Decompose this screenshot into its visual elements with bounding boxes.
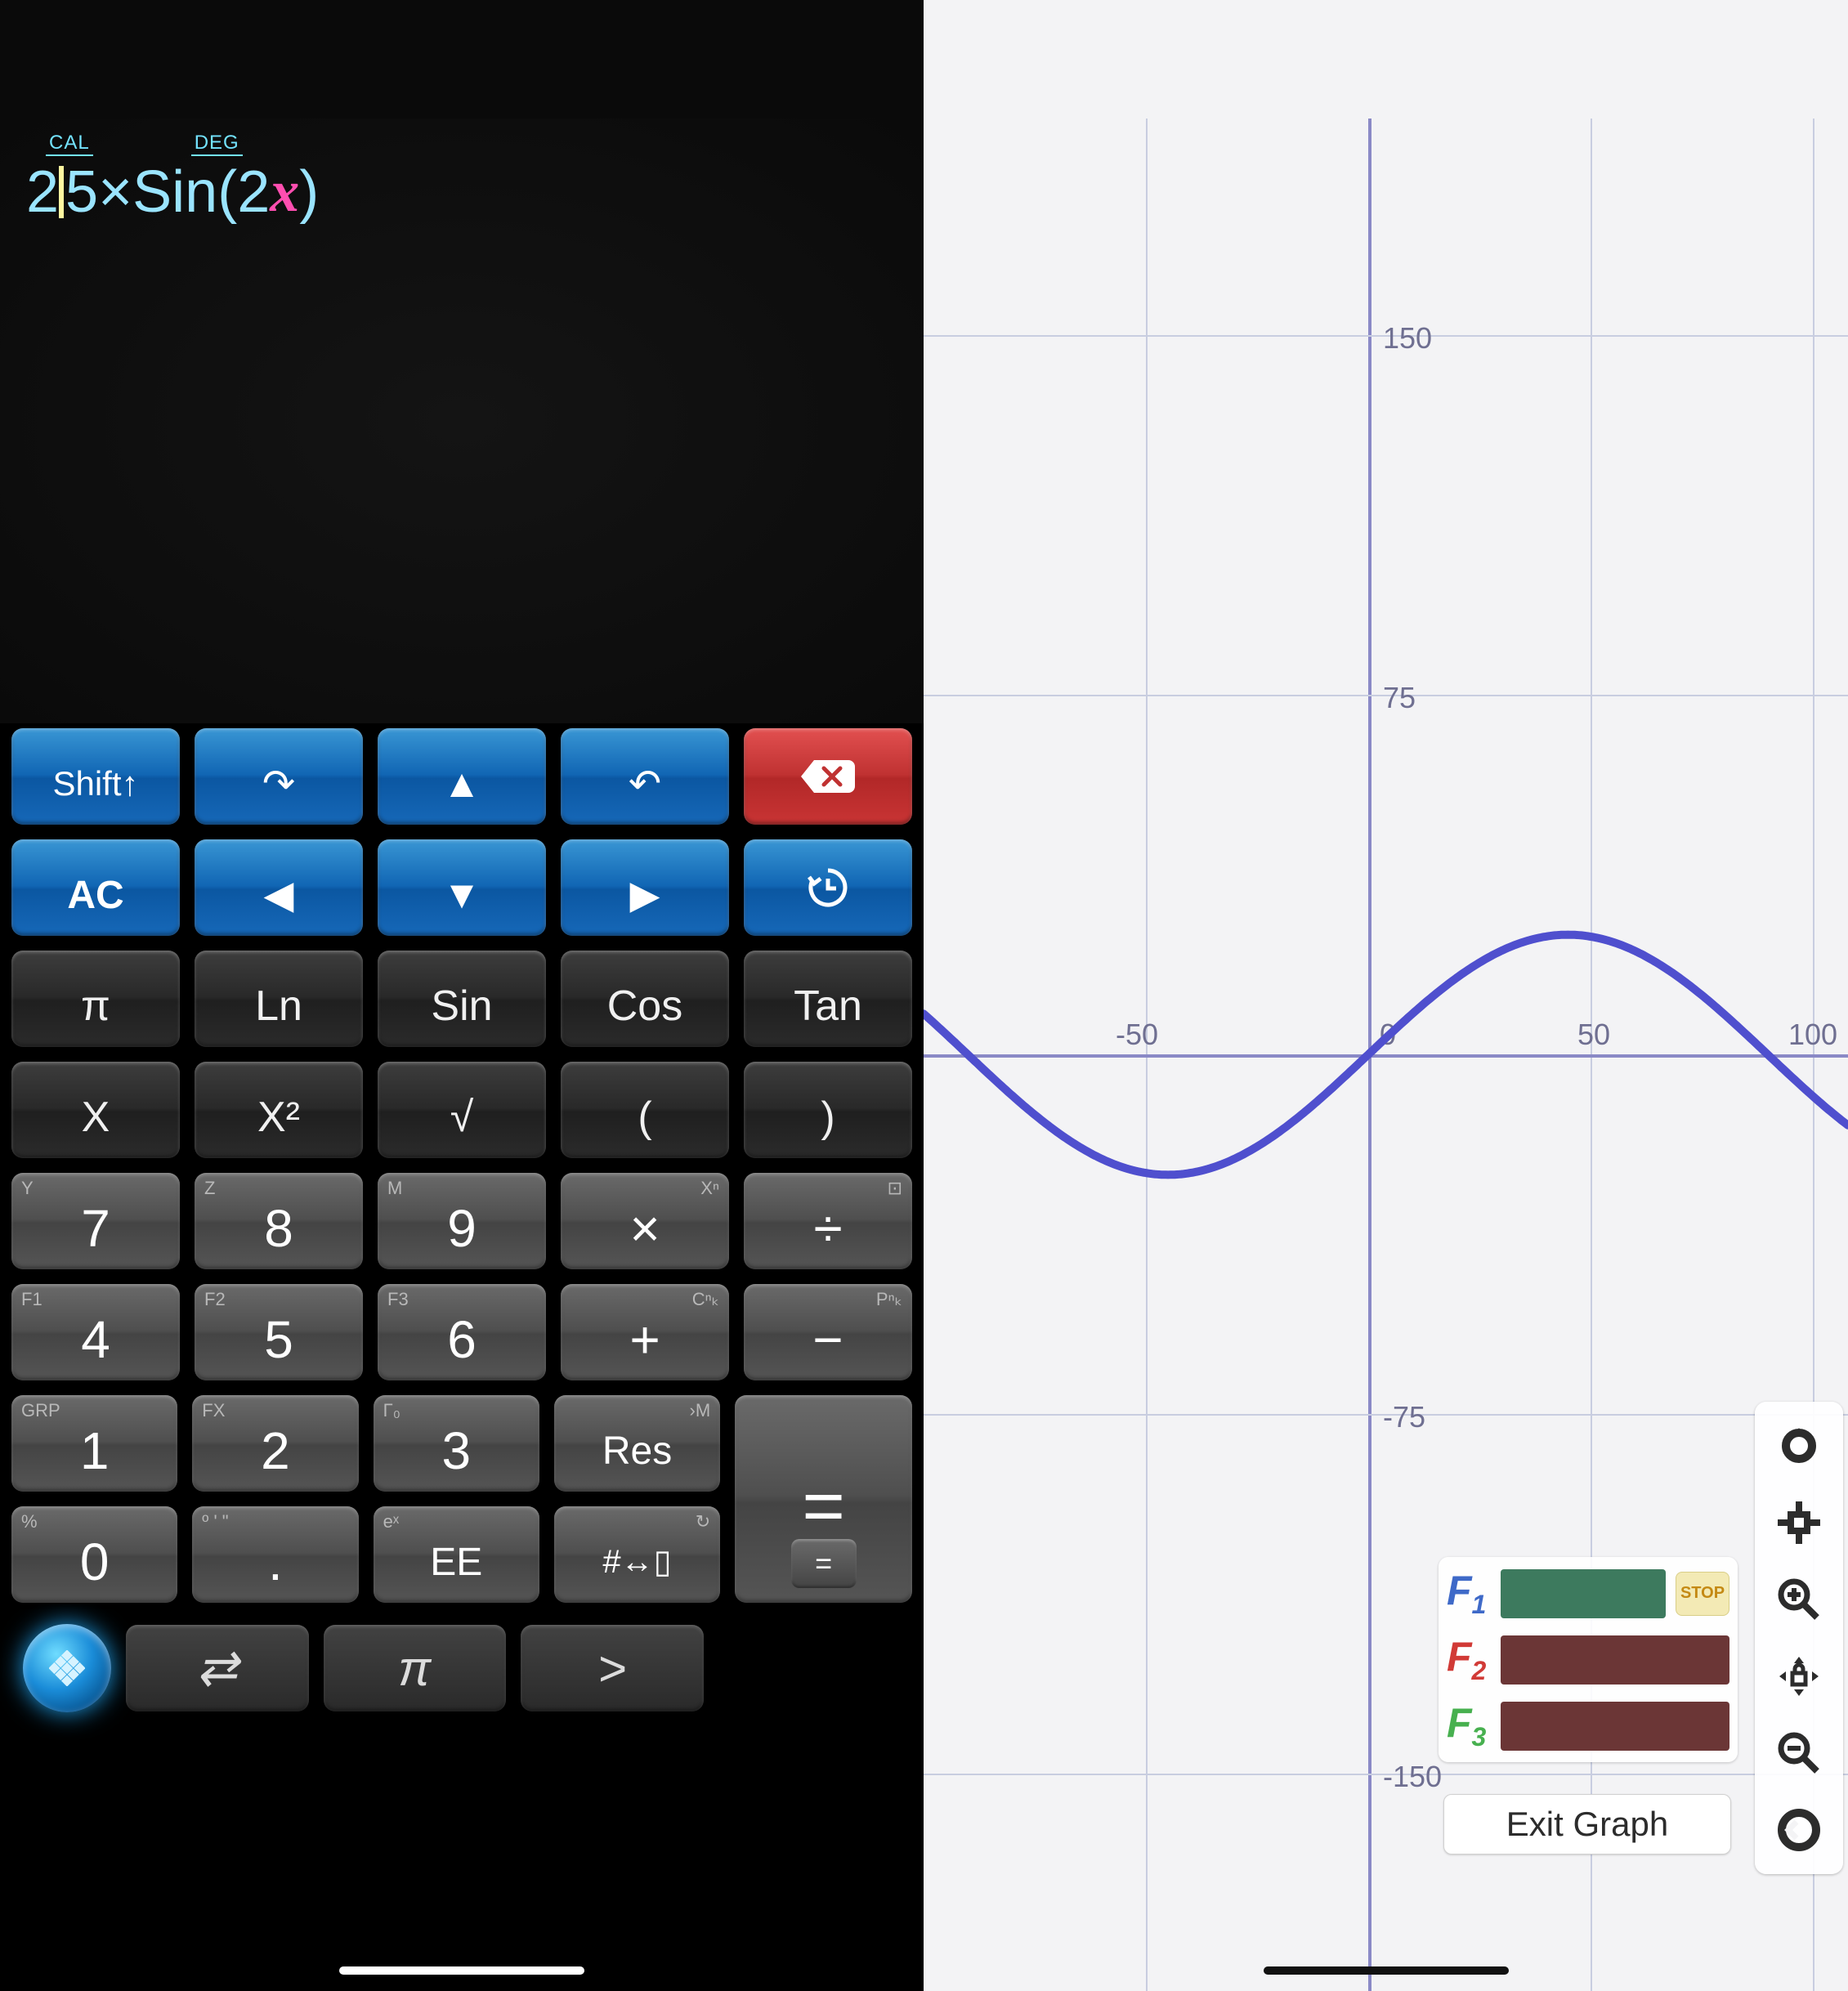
backspace-icon: [799, 758, 857, 794]
undo-button[interactable]: ↶: [561, 728, 729, 825]
zoom-out-button[interactable]: [1770, 1724, 1828, 1783]
cursor-up-button[interactable]: ▲: [378, 728, 546, 825]
exit-graph-button[interactable]: Exit Graph: [1443, 1794, 1731, 1855]
tool-rail: [1755, 1402, 1843, 1874]
five-button[interactable]: F25: [195, 1284, 363, 1380]
mode-deg: DEG: [191, 132, 243, 156]
menu-orb-button[interactable]: [23, 1624, 111, 1712]
mode-cal: CAL: [46, 132, 93, 156]
multiply-button[interactable]: Xⁿ×: [561, 1173, 729, 1269]
decimal-button[interactable]: º ' ".: [192, 1506, 358, 1603]
expr-digit: 5: [65, 159, 98, 226]
expr-digit: 2: [237, 159, 270, 226]
format-button[interactable]: ↻#↔▯: [554, 1506, 720, 1603]
trace-button[interactable]: [1770, 1416, 1828, 1475]
three-button[interactable]: Γ₀3: [374, 1395, 539, 1492]
divide-button[interactable]: ⊡÷: [744, 1173, 912, 1269]
expr-digit: 2: [26, 159, 59, 226]
function-row-f2[interactable]: F2: [1447, 1633, 1729, 1686]
expr-func-sin: Sin: [132, 159, 217, 226]
x-squared-button[interactable]: X²: [195, 1062, 363, 1158]
stop-badge[interactable]: STOP: [1676, 1572, 1729, 1616]
pi-button[interactable]: π: [11, 951, 180, 1047]
function-label-f1: F1: [1447, 1567, 1491, 1620]
ln-button[interactable]: Ln: [195, 951, 363, 1047]
text-cursor: [59, 166, 64, 218]
zoom-in-icon: [1776, 1577, 1822, 1622]
function-label-f2: F2: [1447, 1633, 1491, 1686]
crosshair-icon: [1775, 1499, 1823, 1546]
recenter-button[interactable]: [1770, 1493, 1828, 1552]
lparen-button[interactable]: (: [561, 1062, 729, 1158]
two-button[interactable]: FX2: [192, 1395, 358, 1492]
graph-canvas[interactable]: 150 75 -75 -150 -50 0 50 100: [924, 119, 1848, 1991]
all-clear-button[interactable]: AC: [11, 839, 180, 936]
seven-button[interactable]: Y7: [11, 1173, 180, 1269]
function-row-f1[interactable]: F1 STOP: [1447, 1567, 1729, 1620]
minus-button[interactable]: Pⁿₖ−: [744, 1284, 912, 1380]
redo-button[interactable]: ↷: [195, 728, 363, 825]
function-panel: F1 STOP F2 F3: [1439, 1557, 1738, 1762]
sin-button[interactable]: Sin: [378, 951, 546, 1047]
history-icon: [806, 866, 850, 910]
tan-button[interactable]: Tan: [744, 951, 912, 1047]
zoom-in-button[interactable]: [1770, 1570, 1828, 1629]
keypad: Shift↑ ↷ ▲ ↶ AC ◀ ▼ ▶: [0, 723, 924, 1991]
result-button[interactable]: ›MRes: [554, 1395, 720, 1492]
lock-pan-button[interactable]: [1770, 1647, 1828, 1706]
expr-rparen: ): [299, 159, 319, 226]
swap-button[interactable]: ⇄: [126, 1625, 309, 1711]
x-var-button[interactable]: X: [11, 1062, 180, 1158]
plus-button[interactable]: Cⁿₖ+: [561, 1284, 729, 1380]
more-button[interactable]: >: [521, 1625, 704, 1711]
shift-button[interactable]: Shift↑: [11, 728, 180, 825]
back-arrow-icon: [1777, 1808, 1821, 1852]
statusbar-gap: [0, 0, 924, 119]
home-indicator: [1264, 1966, 1509, 1975]
eight-button[interactable]: Z8: [195, 1173, 363, 1269]
function-swatch-f2[interactable]: [1501, 1635, 1729, 1685]
expression-text: 2 5 × Sin ( 2 x ): [26, 158, 897, 226]
function-label-f3: F3: [1447, 1699, 1491, 1752]
bottom-bar: ⇄ π >: [11, 1617, 912, 1722]
rparen-button[interactable]: ): [744, 1062, 912, 1158]
sqrt-button[interactable]: √: [378, 1062, 546, 1158]
delete-button[interactable]: [744, 728, 912, 825]
history-button[interactable]: [744, 839, 912, 936]
grid-icon: [49, 1650, 85, 1686]
cursor-left-button[interactable]: ◀: [195, 839, 363, 936]
cursor-right-button[interactable]: ▶: [561, 839, 729, 936]
nine-button[interactable]: M9: [378, 1173, 546, 1269]
cursor-down-button[interactable]: ▼: [378, 839, 546, 936]
graph-pane: 150 75 -75 -150 -50 0 50 100: [924, 0, 1848, 1991]
one-button[interactable]: GRP1: [11, 1395, 177, 1492]
ee-button[interactable]: eˣEE: [374, 1506, 539, 1603]
equals-button[interactable]: = =: [735, 1395, 912, 1603]
pi-bottom-button[interactable]: π: [324, 1625, 507, 1711]
function-row-f3[interactable]: F3: [1447, 1699, 1729, 1752]
zoom-out-icon: [1776, 1730, 1822, 1776]
expr-op-multiply: ×: [98, 159, 132, 226]
lock-pan-icon: [1774, 1652, 1823, 1701]
function-swatch-f3[interactable]: [1501, 1702, 1729, 1751]
expr-lparen: (: [217, 159, 237, 226]
cos-button[interactable]: Cos: [561, 951, 729, 1047]
home-indicator: [339, 1966, 584, 1975]
four-button[interactable]: F14: [11, 1284, 180, 1380]
circle-icon: [1778, 1425, 1820, 1467]
equals-alt-button[interactable]: =: [791, 1539, 857, 1588]
expression-display[interactable]: CAL DEG 2 5 × Sin ( 2 x ): [0, 119, 924, 723]
zero-button[interactable]: %0: [11, 1506, 177, 1603]
back-button[interactable]: [1770, 1801, 1828, 1859]
expr-variable-x: x: [270, 158, 299, 226]
function-swatch-f1[interactable]: [1501, 1569, 1666, 1618]
calculator-pane: CAL DEG 2 5 × Sin ( 2 x ) Shift↑ ↷ ▲ ↶: [0, 0, 924, 1991]
six-button[interactable]: F36: [378, 1284, 546, 1380]
